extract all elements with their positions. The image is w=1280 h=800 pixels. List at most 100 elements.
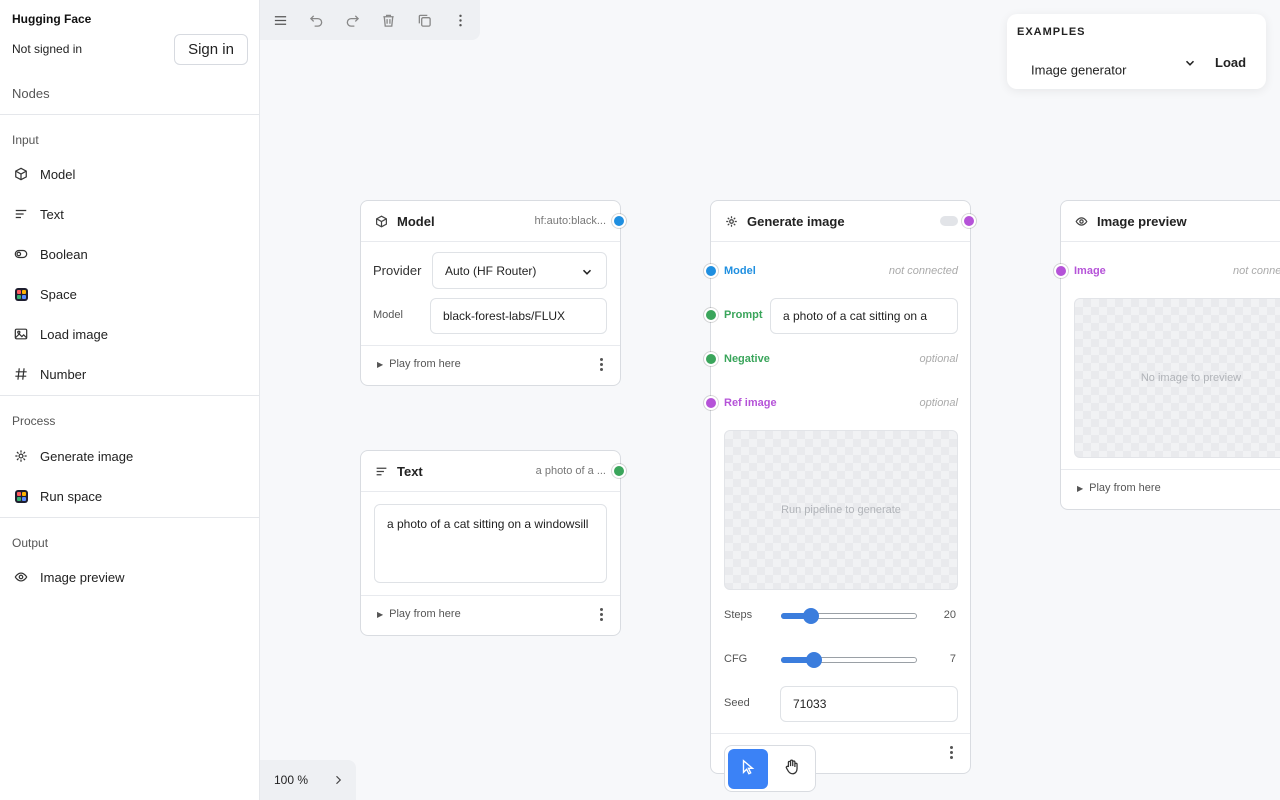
model-input-label: Model [724,265,756,277]
zoom-control[interactable]: 100 % [260,760,356,800]
text-lines-icon [14,207,28,221]
node-header[interactable]: Generate image [711,201,970,242]
hand-icon [783,758,801,781]
ref-image-input-port[interactable] [704,396,718,410]
chevron-down-icon [580,265,594,279]
divider [0,114,259,115]
image-preview-node[interactable]: Image preview Image not connected No ima… [1060,200,1280,510]
sign-in-button[interactable]: Sign in [174,34,248,65]
play-from-here-button[interactable]: ▶ Play from here [1077,482,1161,494]
sidebar-item-load-image[interactable]: Load image [0,318,259,350]
eye-icon [1075,215,1088,228]
sidebar-item-label: Generate image [40,448,134,464]
play-icon: ▶ [377,360,384,369]
cfg-slider[interactable] [781,652,917,668]
model-input[interactable]: black-forest-labs/FLUX [430,298,607,334]
delete-icon[interactable] [380,12,396,28]
load-example-button[interactable]: Load [1215,55,1246,70]
play-icon: ▶ [377,610,384,619]
text-input[interactable]: a photo of a cat sitting on a windowsill [374,504,607,583]
cube-icon [14,167,28,181]
text-lines-icon [375,465,388,478]
prompt-input[interactable]: a photo of a cat sitting on a [770,298,958,334]
more-icon[interactable] [452,12,468,28]
node-header[interactable]: Model hf:auto:black... [361,201,620,242]
placeholder-text: No image to preview [1140,372,1242,384]
auth-status: Not signed in [12,42,83,56]
play-label: Play from here [389,608,461,620]
node-footer: ▶ Play from here [1061,469,1280,509]
slider-thumb[interactable] [805,652,822,668]
play-label: Play from here [1089,482,1161,494]
sidebar-item-boolean[interactable]: Boolean [0,238,259,270]
cube-icon [375,215,388,228]
slider-thumb[interactable] [802,608,819,624]
sidebar-item-model[interactable]: Model [0,158,259,190]
node-subtitle: hf:auto:black... [534,215,606,227]
section-output-heading: Output [12,536,49,550]
ref-image-input-label: Ref image [724,397,777,409]
sparkle-icon [725,215,738,228]
node-header[interactable]: Image preview [1061,201,1280,242]
image-input-hint: not connected [1233,265,1280,277]
image-output-port[interactable] [962,214,976,228]
generate-image-node[interactable]: Generate image Model not connected Promp… [710,200,971,774]
undo-icon[interactable] [308,12,324,28]
negative-input-port[interactable] [704,352,718,366]
preview-image-placeholder: No image to preview [1074,298,1280,458]
duplicate-icon[interactable] [416,12,432,28]
seed-input[interactable]: 71033 [780,686,958,722]
image-input-port[interactable] [1054,264,1068,278]
zoom-level: 100 % [274,773,309,787]
node-title: Model [397,214,435,229]
node-header[interactable]: Text a photo of a ... [361,451,620,492]
sidebar-item-number[interactable]: Number [0,358,259,390]
text-node[interactable]: Text a photo of a ... a photo of a cat s… [360,450,621,636]
menu-icon[interactable] [272,12,288,28]
node-title: Generate image [747,214,845,229]
node-title: Image preview [1097,214,1187,229]
brand-name: Hugging Face [12,12,92,26]
redo-icon[interactable] [344,12,360,28]
ref-image-input-hint: optional [919,397,958,409]
sidebar-item-image-preview[interactable]: Image preview [0,561,259,593]
more-icon[interactable] [596,608,606,624]
pan-tool-button[interactable] [772,749,812,789]
provider-label: Provider [373,263,422,278]
sidebar-item-generate-image[interactable]: Generate image [0,440,259,472]
space-logo-icon [14,489,28,503]
model-output-port[interactable] [612,214,626,228]
sparkle-icon [14,449,28,463]
space-logo-icon [14,287,28,301]
sidebar-item-label: Model [40,166,76,182]
text-output-port[interactable] [612,464,626,478]
more-icon[interactable] [596,358,606,374]
steps-slider[interactable] [781,608,917,624]
sidebar-item-label: Run space [40,488,103,504]
examples-select[interactable]: Image generator [1031,63,1126,78]
prompt-input-port[interactable] [704,308,718,322]
prompt-input-label: Prompt [724,309,763,321]
negative-input-label: Negative [724,353,770,365]
chevron-right-icon[interactable] [332,774,344,786]
examples-title: EXAMPLES [1017,26,1086,38]
provider-select[interactable]: Auto (HF Router) [432,252,607,289]
chevron-down-icon[interactable] [1183,56,1197,70]
model-input-port[interactable] [704,264,718,278]
sidebar-item-run-space[interactable]: Run space [0,480,259,512]
node-toggle[interactable] [940,216,958,226]
steps-value: 20 [943,609,956,621]
play-from-here-button[interactable]: ▶ Play from here [377,358,461,370]
section-input-heading: Input [12,133,39,147]
divider [0,395,259,396]
node-footer: ▶ Play from here [361,345,620,385]
select-tool-button[interactable] [728,749,768,789]
model-label: Model [373,309,403,321]
image-input-label: Image [1074,265,1106,277]
sidebar-item-label: Boolean [40,246,88,262]
more-icon[interactable] [946,746,956,762]
play-from-here-button[interactable]: ▶ Play from here [377,608,461,620]
sidebar-item-space[interactable]: Space [0,278,259,310]
model-node[interactable]: Model hf:auto:black... Provider Auto (HF… [360,200,621,386]
sidebar-item-text[interactable]: Text [0,198,259,230]
